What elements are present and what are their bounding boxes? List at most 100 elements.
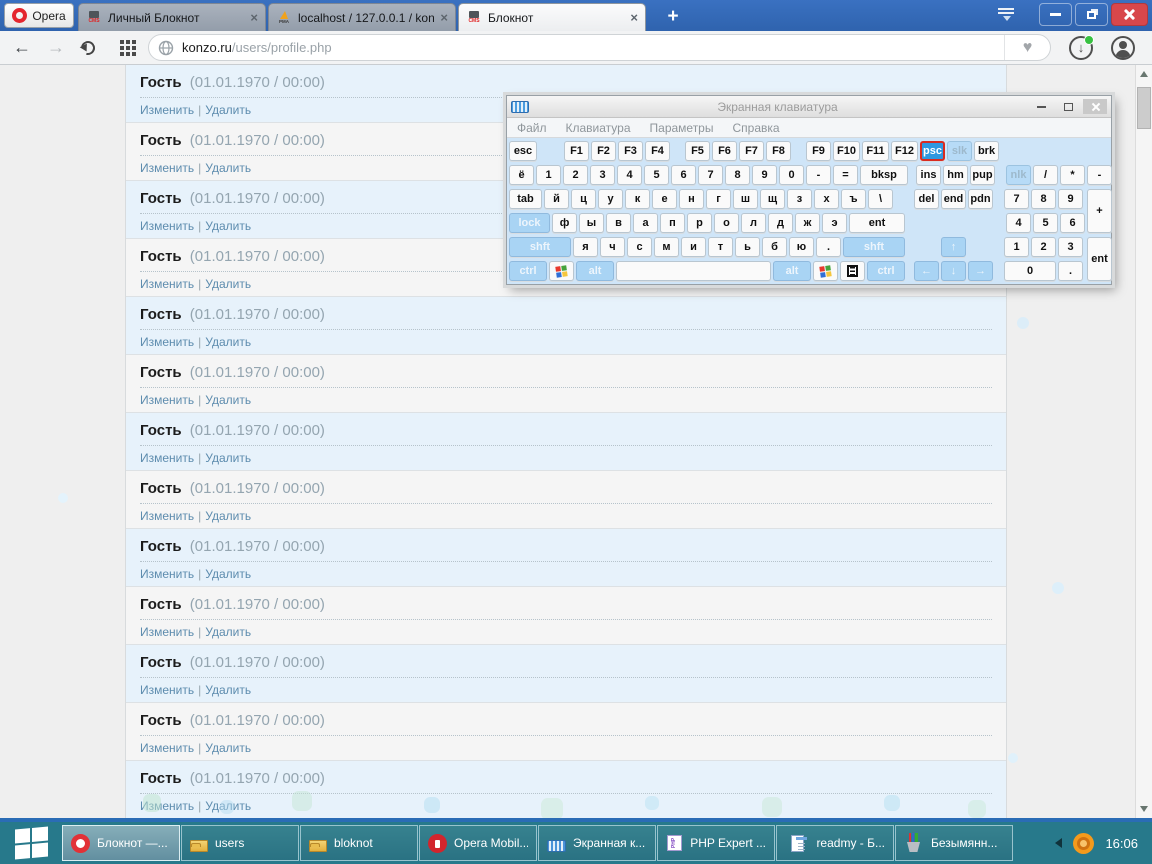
key[interactable]: F2 xyxy=(591,141,616,161)
key[interactable]: ent xyxy=(849,213,905,233)
key[interactable]: ы xyxy=(579,213,604,233)
browser-tab[interactable]: CMS Блокнот × xyxy=(458,3,646,31)
taskbar-button[interactable]: Экранная к... xyxy=(538,825,656,861)
key[interactable]: F9 xyxy=(806,141,831,161)
key[interactable]: F12 xyxy=(891,141,918,161)
osk-maximize-button[interactable] xyxy=(1056,99,1080,114)
address-bar[interactable]: konzo.ru/users/profile.php ♥ xyxy=(148,34,1051,61)
key[interactable]: F3 xyxy=(618,141,643,161)
taskbar-button[interactable]: Opera Mobil... xyxy=(419,825,537,861)
key[interactable]: . xyxy=(1058,261,1083,281)
key[interactable]: р xyxy=(687,213,712,233)
key[interactable]: в xyxy=(606,213,631,233)
start-button[interactable] xyxy=(0,822,62,864)
key[interactable]: F1 xyxy=(564,141,589,161)
key[interactable]: э xyxy=(822,213,847,233)
key[interactable]: nlk xyxy=(1006,165,1031,185)
key[interactable]: е xyxy=(652,189,677,209)
key[interactable]: F4 xyxy=(645,141,670,161)
key[interactable]: del xyxy=(914,189,939,209)
key[interactable]: д xyxy=(768,213,793,233)
key[interactable]: esc xyxy=(509,141,537,161)
key[interactable]: F10 xyxy=(833,141,860,161)
download-button[interactable]: ↓ xyxy=(1069,36,1093,60)
key[interactable]: + xyxy=(1087,189,1112,233)
key[interactable]: . xyxy=(816,237,841,257)
key[interactable]: 9 xyxy=(752,165,777,185)
entry-edit-link[interactable]: Изменить xyxy=(140,567,194,581)
tab-menu-icon[interactable] xyxy=(998,8,1016,24)
back-button[interactable]: ← xyxy=(10,37,34,58)
key[interactable]: к xyxy=(625,189,650,209)
key[interactable]: ↑ xyxy=(941,237,966,257)
key[interactable]: alt xyxy=(773,261,811,281)
key[interactable]: → xyxy=(968,261,993,281)
key[interactable]: 6 xyxy=(1060,213,1085,233)
entry-delete-link[interactable]: Удалить xyxy=(205,741,251,755)
profile-avatar-button[interactable] xyxy=(1111,36,1135,60)
key[interactable]: у xyxy=(598,189,623,209)
key[interactable]: ins xyxy=(916,165,941,185)
key[interactable]: F8 xyxy=(766,141,791,161)
key[interactable]: pdn xyxy=(968,189,993,209)
key[interactable]: F7 xyxy=(739,141,764,161)
entry-edit-link[interactable]: Изменить xyxy=(140,451,194,465)
speed-dial-button[interactable] xyxy=(110,40,134,56)
key[interactable]: alt xyxy=(576,261,614,281)
entry-edit-link[interactable]: Изменить xyxy=(140,741,194,755)
key[interactable]: з xyxy=(787,189,812,209)
key[interactable]: ж xyxy=(795,213,820,233)
menu-key[interactable] xyxy=(840,261,865,281)
osk-menu-item[interactable]: Клавиатура xyxy=(566,121,631,135)
key[interactable]: 1 xyxy=(536,165,561,185)
osk-menu-item[interactable]: Справка xyxy=(732,121,779,135)
key[interactable]: 3 xyxy=(1058,237,1083,257)
reload-button[interactable] xyxy=(76,41,100,55)
entry-delete-link[interactable]: Удалить xyxy=(205,393,251,407)
entry-edit-link[interactable]: Изменить xyxy=(140,509,194,523)
key[interactable]: ent xyxy=(1087,237,1112,281)
key[interactable]: ctrl xyxy=(509,261,547,281)
key[interactable]: 1 xyxy=(1004,237,1029,257)
osk-titlebar[interactable]: Экранная клавиатура xyxy=(507,96,1111,118)
key[interactable]: 8 xyxy=(1031,189,1056,209)
entry-delete-link[interactable]: Удалить xyxy=(205,451,251,465)
tray-opera-icon[interactable] xyxy=(1073,833,1094,854)
key[interactable]: ь xyxy=(735,237,760,257)
tab-close-icon[interactable]: × xyxy=(630,11,638,24)
browser-tab[interactable]: PMA localhost / 127.0.0.1 / kon × xyxy=(268,3,456,31)
scroll-up-icon[interactable] xyxy=(1140,71,1148,77)
entry-delete-link[interactable]: Удалить xyxy=(205,335,251,349)
key[interactable]: shft xyxy=(509,237,571,257)
browser-tab[interactable]: CMS Личный Блокнот × xyxy=(78,3,266,31)
key[interactable]: л xyxy=(741,213,766,233)
key[interactable]: = xyxy=(833,165,858,185)
key[interactable]: 2 xyxy=(563,165,588,185)
key[interactable]: 2 xyxy=(1031,237,1056,257)
key[interactable]: т xyxy=(708,237,733,257)
taskbar-button[interactable]: Блокнот —... xyxy=(62,825,180,861)
entry-edit-link[interactable]: Изменить xyxy=(140,277,194,291)
entry-edit-link[interactable]: Изменить xyxy=(140,683,194,697)
entry-delete-link[interactable]: Удалить xyxy=(205,277,251,291)
key[interactable]: end xyxy=(941,189,966,209)
entry-delete-link[interactable]: Удалить xyxy=(205,625,251,639)
minimize-button[interactable] xyxy=(1039,3,1072,26)
key[interactable]: psc xyxy=(920,141,945,161)
key[interactable]: ← xyxy=(914,261,939,281)
key[interactable]: bksp xyxy=(860,165,908,185)
key[interactable]: ц xyxy=(571,189,596,209)
key[interactable]: - xyxy=(1087,165,1112,185)
key[interactable]: 0 xyxy=(779,165,804,185)
taskbar-button[interactable]: PHP PHP Expert ... xyxy=(657,825,775,861)
entry-delete-link[interactable]: Удалить xyxy=(205,161,251,175)
key[interactable]: shft xyxy=(843,237,905,257)
osk-menu-item[interactable]: Файл xyxy=(517,121,547,135)
key[interactable]: 5 xyxy=(1033,213,1058,233)
entry-edit-link[interactable]: Изменить xyxy=(140,219,194,233)
entry-edit-link[interactable]: Изменить xyxy=(140,335,194,349)
key[interactable]: 0 xyxy=(1004,261,1056,281)
key[interactable]: а xyxy=(633,213,658,233)
key[interactable]: slk xyxy=(947,141,972,161)
key[interactable]: м xyxy=(654,237,679,257)
